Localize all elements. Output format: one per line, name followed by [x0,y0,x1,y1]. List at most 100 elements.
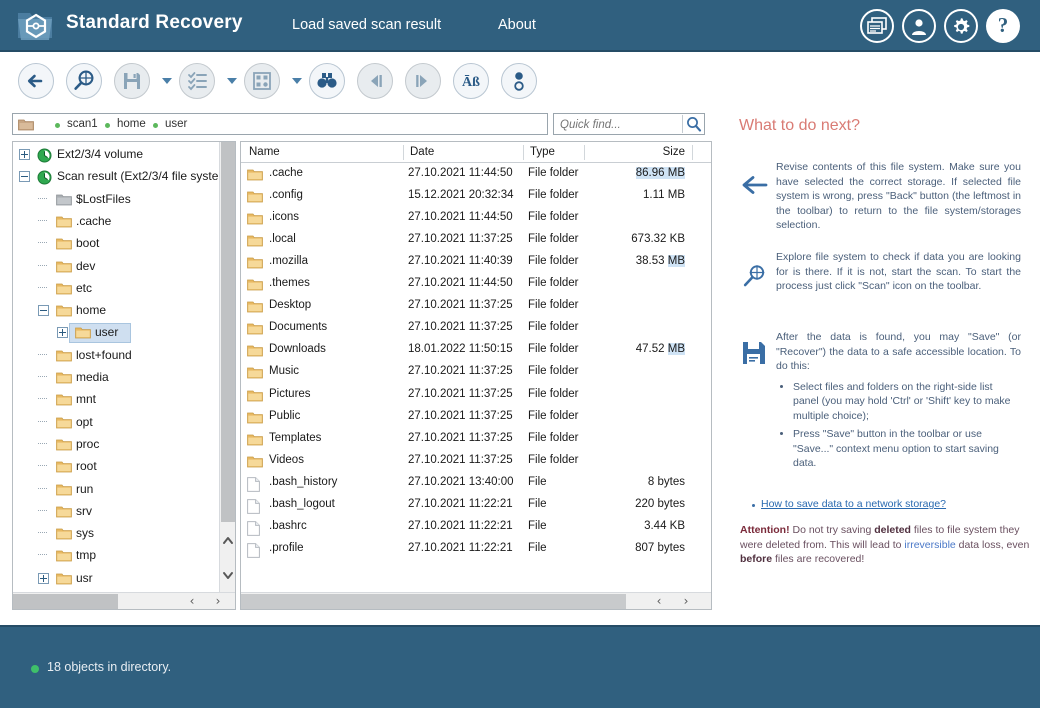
table-row[interactable]: .local 27.10.2021 11:37:25 File folder 673.… [241,230,711,252]
network-storage-link[interactable]: How to save data to a network storage? [761,498,946,510]
breadcrumb-item-scan1[interactable]: scan1 [67,118,98,130]
floppy-save-icon [124,73,140,89]
table-row[interactable]: .config 15.12.2021 20:32:34 File folder 1.1… [241,186,711,208]
column-header-size[interactable]: Size [663,146,685,158]
app-header: Standard Recovery Load saved scan result… [0,0,1040,52]
step-back-icon [371,75,382,87]
list-view-button[interactable] [179,63,215,99]
tree-vertical-scrollbar[interactable] [219,142,235,594]
gear-settings-icon[interactable] [944,9,978,43]
column-header-date[interactable]: Date [410,146,434,158]
tree-item-ext2-3-4-volume[interactable]: Ext2/3/4 volume [13,144,220,166]
table-row[interactable]: .bash_logout 27.10.2021 11:22:21 File 220 b… [241,495,711,517]
layout-button[interactable] [244,63,280,99]
tree-horizontal-scrollbar-thumb[interactable] [13,594,118,609]
tree-item-opt[interactable]: opt [13,412,220,434]
table-row[interactable]: .mozilla 27.10.2021 11:40:39 File folder 38… [241,252,711,274]
next-button[interactable] [405,63,441,99]
tree-item-etc[interactable]: etc [13,278,220,300]
cell-type: File folder [528,343,579,356]
save-button[interactable] [114,63,150,99]
tree-item-media[interactable]: media [13,367,220,389]
tree-item-lostfiles[interactable]: $LostFiles [13,189,220,211]
column-header-name[interactable]: Name [249,146,280,158]
tree-scroll-right-arrow-icon[interactable]: › [205,593,231,609]
tree-item-boot[interactable]: boot [13,233,220,255]
expand-plus-icon[interactable] [38,572,49,584]
expand-plus-icon[interactable] [57,327,68,339]
tree-horizontal-scrollbar[interactable]: ‹ › [13,592,235,609]
table-row[interactable]: Desktop 27.10.2021 11:37:25 File folder [241,296,711,318]
table-row[interactable]: .cache 27.10.2021 11:44:50 File folder 86.9… [241,164,711,186]
breadcrumb-item-home[interactable]: home [117,118,146,130]
tree-vertical-scrollbar-thumb[interactable] [221,142,235,522]
tree-item-label: lost+found [76,347,132,362]
table-row[interactable]: Pictures 27.10.2021 11:37:25 File folder [241,385,711,407]
load-saved-scan-result-link[interactable]: Load saved scan result [292,17,441,33]
list-scroll-left-arrow-icon[interactable]: ‹ [646,593,672,609]
file-list-horizontal-scrollbar[interactable]: ‹ › [241,592,711,609]
tree-item-scan-result-ext2-3-4-file-system-8[interactable]: Scan result (Ext2/3/4 file system; 8. [13,166,220,188]
tree-item-mnt[interactable]: mnt [13,389,220,411]
tree-item-home[interactable]: home [13,300,220,322]
table-row[interactable]: .icons 27.10.2021 11:44:50 File folder [241,208,711,230]
user-profile-button[interactable] [501,63,537,99]
column-header-type[interactable]: Type [530,146,555,158]
scan-button[interactable] [66,63,102,99]
column-divider-1[interactable] [403,145,404,160]
tree-item-usr[interactable]: usr [13,568,220,590]
list-scroll-right-arrow-icon[interactable]: › [673,593,699,609]
table-row[interactable]: Music 27.10.2021 11:37:25 File folder [241,362,711,384]
table-row[interactable]: .themes 27.10.2021 11:44:50 File folder [241,274,711,296]
encoding-button[interactable]: Āß [453,63,489,99]
tree-scroll-up-arrow-icon[interactable] [220,522,235,558]
back-button[interactable] [18,63,54,99]
previous-button[interactable] [357,63,393,99]
tree-item-proc[interactable]: proc [13,434,220,456]
search-input[interactable] [558,117,676,133]
collapse-minus-icon[interactable] [19,171,30,183]
column-divider-4[interactable] [692,145,693,160]
user-account-icon[interactable] [902,9,936,43]
layout-dropdown-caret-icon[interactable] [292,78,302,84]
breadcrumb[interactable]: scan1 home user [12,113,548,135]
tree-item-run[interactable]: run [13,479,220,501]
tree-item-tmp[interactable]: tmp [13,545,220,567]
file-list-horizontal-scrollbar-thumb[interactable] [241,594,626,609]
tree-item-user[interactable]: user [13,322,220,344]
table-row[interactable]: .profile 27.10.2021 11:22:21 File 807 bytes [241,539,711,561]
tree-item-cache[interactable]: .cache [13,211,220,233]
table-row[interactable]: Downloads 18.01.2022 11:50:15 File folder 4… [241,340,711,362]
windows-panels-icon[interactable] [860,9,894,43]
folder-icon [247,212,263,228]
table-row[interactable]: .bash_history 27.10.2021 13:40:00 File 8 by… [241,473,711,495]
cell-type: File [528,497,547,510]
green-clock-volume-icon [37,170,52,188]
table-row[interactable]: Videos 27.10.2021 11:37:25 File folder [241,451,711,473]
table-row[interactable]: Public 27.10.2021 11:37:25 File folder [241,407,711,429]
save-dropdown-caret-icon[interactable] [162,78,172,84]
table-row[interactable]: .bashrc 27.10.2021 11:22:21 File 3.44 KB [241,517,711,539]
search-magnifier-icon[interactable] [683,114,704,134]
expand-plus-icon[interactable] [19,149,30,160]
column-divider-2[interactable] [523,145,524,160]
column-divider-3[interactable] [584,145,585,160]
folder-icon [56,260,72,276]
tree-item-dev[interactable]: dev [13,256,220,278]
about-link[interactable]: About [498,17,536,33]
find-button[interactable] [309,63,345,99]
tree-item-srv[interactable]: srv [13,501,220,523]
tree-scroll-left-arrow-icon[interactable]: ‹ [179,593,205,609]
breadcrumb-item-user[interactable]: user [165,118,187,130]
tree-item-lost+found[interactable]: lost+found [13,345,220,367]
table-row[interactable]: Templates 27.10.2021 11:37:25 File folder [241,429,711,451]
help-question-icon[interactable]: ? [986,9,1020,43]
tree-item-sys[interactable]: sys [13,523,220,545]
tree-item-root[interactable]: root [13,456,220,478]
collapse-minus-icon[interactable] [38,305,49,317]
cell-name: Pictures [269,387,311,400]
green-clock-volume-icon [37,148,52,166]
list-view-dropdown-caret-icon[interactable] [227,78,237,84]
table-row[interactable]: Documents 27.10.2021 11:37:25 File folder [241,318,711,340]
tree-scroll-down-arrow-icon[interactable] [220,558,235,594]
